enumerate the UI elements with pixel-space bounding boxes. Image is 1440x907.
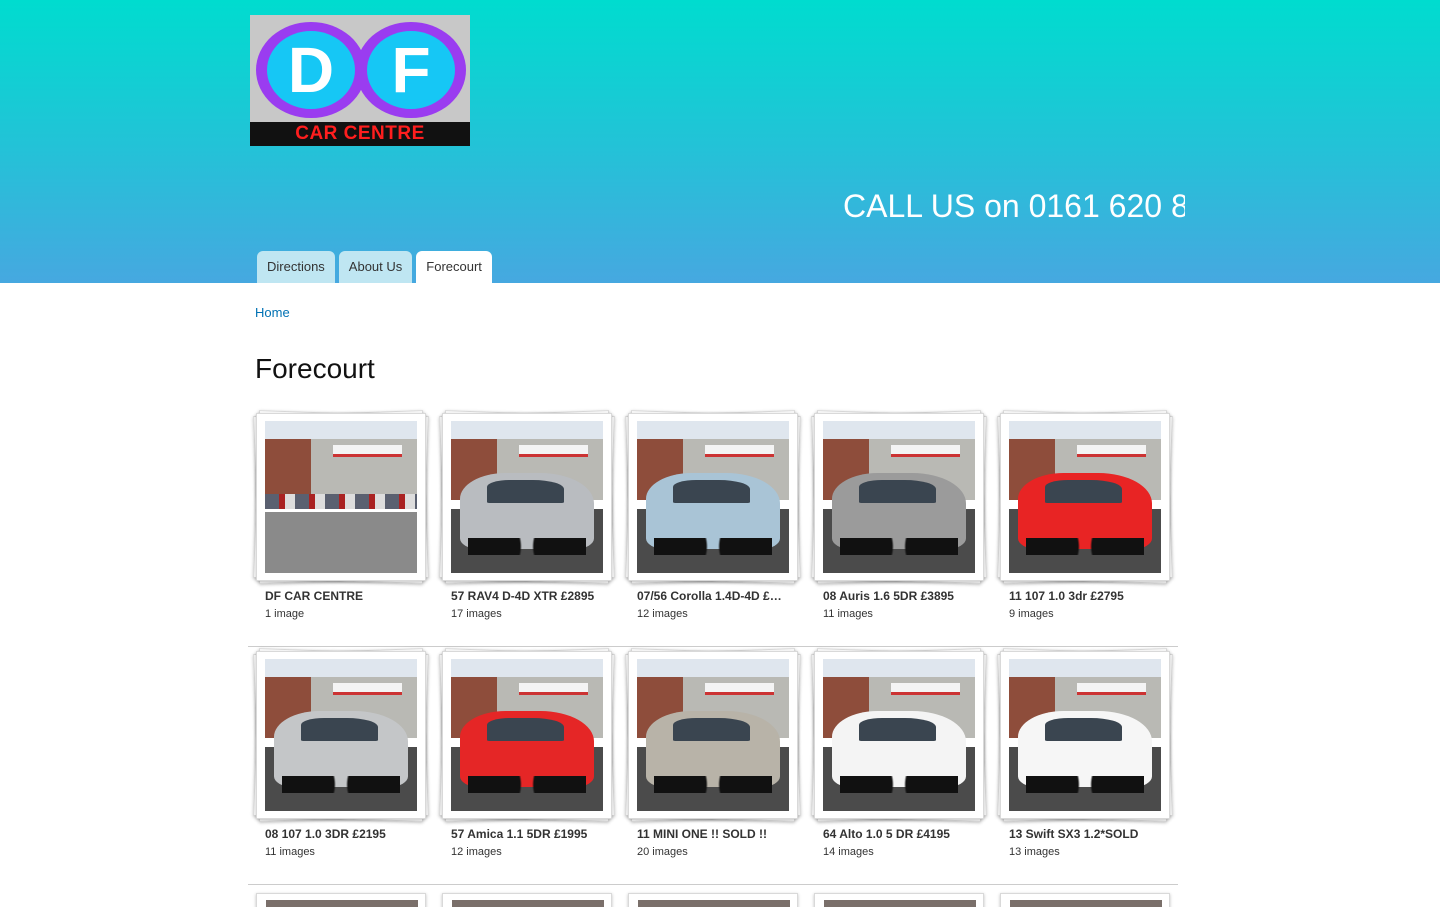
album-thumbnail-stack[interactable] <box>625 410 801 584</box>
photo-car <box>1018 710 1152 793</box>
photo-sign <box>519 683 588 696</box>
album-cover-photo[interactable] <box>637 421 789 573</box>
album-image-count: 17 images <box>451 608 502 620</box>
photo-car <box>646 710 780 793</box>
album-cover-photo <box>824 900 976 907</box>
photo-sign <box>519 445 588 458</box>
album-thumbnail-stack[interactable] <box>439 410 615 584</box>
album-cover-photo[interactable] <box>1009 659 1161 811</box>
site-header: D F CAR CENTRE CALL US on 0161 620 8 Dir… <box>0 0 1440 283</box>
album-card[interactable]: 08 Auris 1.6 5DR £3895 11 images <box>806 409 992 639</box>
tab-directions[interactable]: Directions <box>257 251 335 283</box>
album-cover-photo <box>1010 900 1162 907</box>
photo-lot <box>265 493 417 510</box>
album-card[interactable]: 08 107 1.0 3DR £2195 11 images <box>248 647 434 877</box>
album-cover-photo[interactable] <box>823 659 975 811</box>
main-content: Home Forecourt DF CAR CENTRE 1 image 57 RA… <box>0 283 1440 907</box>
album-cover-photo[interactable] <box>451 421 603 573</box>
photo-road <box>265 512 417 573</box>
phone-text: CALL US on 0161 620 8 <box>843 188 1185 224</box>
album-thumbnail-stack[interactable] <box>811 410 987 584</box>
album-cover-photo <box>638 900 790 907</box>
album-thumbnail-stack[interactable] <box>253 410 429 584</box>
photo-sign <box>1077 445 1146 458</box>
album-thumbnail-partial[interactable] <box>814 893 984 907</box>
album-grid: DF CAR CENTRE 1 image 57 RAV4 D-4D XTR £28… <box>248 409 1178 907</box>
album-thumbnail-stack[interactable] <box>625 648 801 822</box>
photo-car <box>1018 472 1152 555</box>
album-thumbnail-partial[interactable] <box>1000 893 1170 907</box>
site-logo[interactable]: D F CAR CENTRE <box>250 15 470 146</box>
album-thumbnail-partial[interactable] <box>442 893 612 907</box>
main-nav: Directions About Us Forecourt <box>257 251 492 283</box>
photo-car <box>274 710 408 793</box>
album-cover-photo[interactable] <box>1009 421 1161 573</box>
album-thumbnail-partial[interactable] <box>628 893 798 907</box>
album-card[interactable]: 11 MINI ONE !! SOLD !! 20 images <box>620 647 806 877</box>
photo-sign <box>333 445 402 458</box>
album-cover-photo <box>452 900 604 907</box>
photo-car <box>460 472 594 555</box>
album-row-partial <box>248 887 1178 907</box>
album-image-count: 20 images <box>637 846 688 858</box>
photo-car <box>646 472 780 555</box>
album-card[interactable]: 64 Alto 1.0 5 DR £4195 14 images <box>806 647 992 877</box>
album-thumbnail-stack[interactable] <box>253 648 429 822</box>
album-title[interactable]: 11 MINI ONE !! SOLD !! <box>637 827 797 841</box>
logo-tagline: CAR CENTRE <box>250 122 470 146</box>
photo-car <box>832 472 966 555</box>
album-card[interactable]: 57 Amica 1.1 5DR £1995 12 images <box>434 647 620 877</box>
album-image-count: 14 images <box>823 846 874 858</box>
tab-forecourt[interactable]: Forecourt <box>416 251 492 283</box>
breadcrumb-home[interactable]: Home <box>255 305 290 320</box>
album-cover-photo[interactable] <box>265 659 417 811</box>
album-image-count: 11 images <box>823 608 873 620</box>
album-cover-photo <box>266 900 418 907</box>
tab-about-us[interactable]: About Us <box>338 251 413 283</box>
album-cover-photo[interactable] <box>265 421 417 573</box>
logo-letter-d: D <box>267 31 355 109</box>
album-title[interactable]: 64 Alto 1.0 5 DR £4195 <box>823 827 983 841</box>
photo-sign <box>705 683 774 696</box>
photo-sign <box>333 683 402 696</box>
album-title[interactable]: 08 107 1.0 3DR £2195 <box>265 827 425 841</box>
album-image-count: 11 images <box>265 846 315 858</box>
logo-letter-f: F <box>367 31 455 109</box>
album-title[interactable]: 11 107 1.0 3dr £2795 <box>1009 589 1169 603</box>
album-image-count: 9 images <box>1009 608 1054 620</box>
phone-marquee: CALL US on 0161 620 8 <box>843 186 1185 226</box>
album-thumbnail-stack[interactable] <box>997 410 1173 584</box>
album-card[interactable]: 57 RAV4 D-4D XTR £2895 17 images <box>434 409 620 639</box>
album-card[interactable]: 13 Swift SX3 1.2*SOLD 13 images <box>992 647 1178 877</box>
page-title: Forecourt <box>255 353 375 384</box>
album-thumbnail-partial[interactable] <box>256 893 426 907</box>
album-title[interactable]: 57 Amica 1.1 5DR £1995 <box>451 827 611 841</box>
album-row: DF CAR CENTRE 1 image 57 RAV4 D-4D XTR £28… <box>248 409 1178 647</box>
album-title[interactable]: DF CAR CENTRE <box>265 589 425 603</box>
album-thumbnail-stack[interactable] <box>439 648 615 822</box>
album-image-count: 12 images <box>637 608 688 620</box>
album-image-count: 1 image <box>265 608 305 620</box>
album-title[interactable]: 07/56 Corolla 1.4D-4D £… <box>637 589 797 603</box>
album-card[interactable]: DF CAR CENTRE 1 image <box>248 409 434 639</box>
photo-sign <box>705 445 774 458</box>
album-cover-photo[interactable] <box>823 421 975 573</box>
album-title[interactable]: 08 Auris 1.6 5DR £3895 <box>823 589 983 603</box>
album-cover-photo[interactable] <box>637 659 789 811</box>
photo-sign <box>1077 683 1146 696</box>
album-card[interactable]: 11 107 1.0 3dr £2795 9 images <box>992 409 1178 639</box>
album-row: 08 107 1.0 3DR £2195 11 images 57 Amica 1.… <box>248 647 1178 885</box>
album-title[interactable]: 13 Swift SX3 1.2*SOLD <box>1009 827 1169 841</box>
album-card[interactable]: 07/56 Corolla 1.4D-4D £… 12 images <box>620 409 806 639</box>
album-thumbnail-stack[interactable] <box>811 648 987 822</box>
photo-sign <box>891 683 960 696</box>
album-image-count: 13 images <box>1009 846 1060 858</box>
photo-sign <box>891 445 960 458</box>
album-thumbnail-stack[interactable] <box>997 648 1173 822</box>
album-title[interactable]: 57 RAV4 D-4D XTR £2895 <box>451 589 611 603</box>
album-cover-photo[interactable] <box>451 659 603 811</box>
photo-car <box>832 710 966 793</box>
album-image-count: 12 images <box>451 846 502 858</box>
photo-car <box>460 710 594 793</box>
